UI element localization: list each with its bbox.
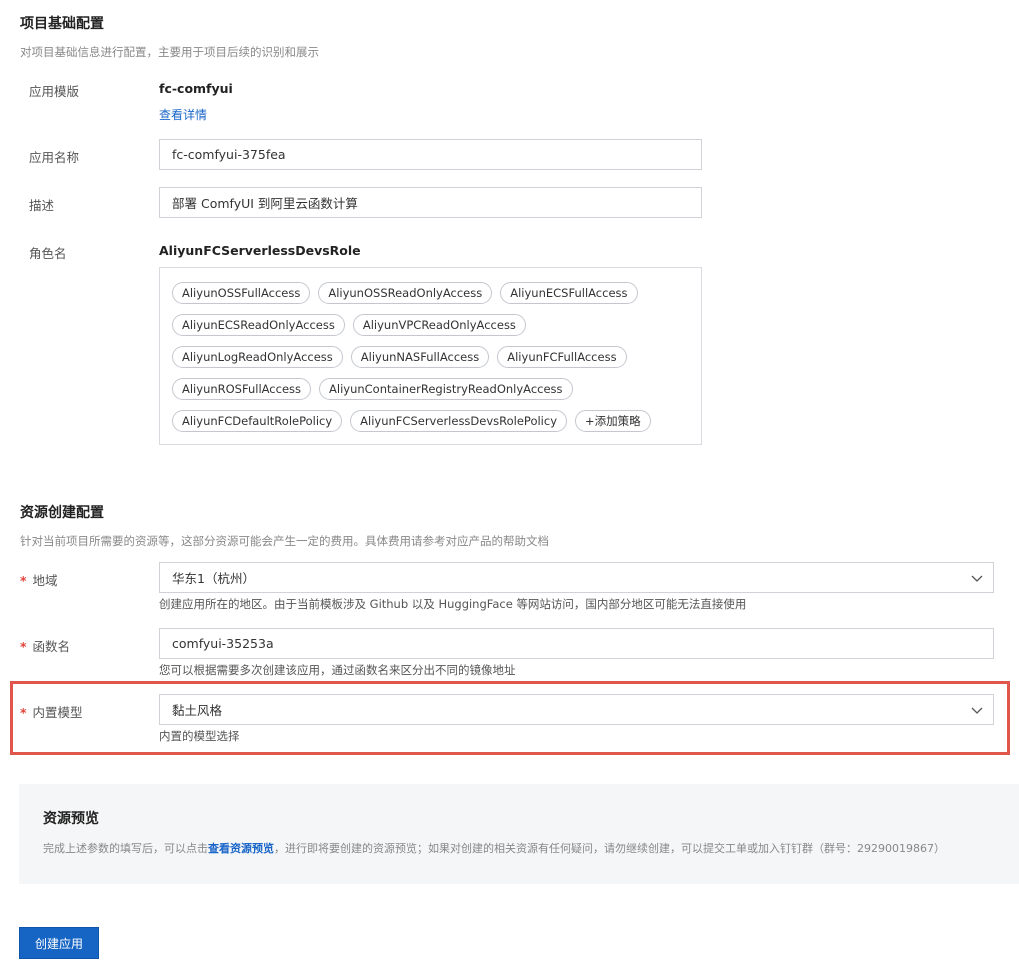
view-resource-preview-link[interactable]: 查看资源预览 (208, 842, 274, 855)
app-name-label: 应用名称 (29, 150, 80, 165)
model-value: 黏土风格 (172, 703, 223, 718)
template-value: fc-comfyui (159, 81, 233, 96)
create-app-button[interactable]: 创建应用 (19, 927, 99, 959)
template-label: 应用模版 (29, 84, 80, 99)
function-name-input[interactable]: comfyui-35253a (159, 628, 994, 659)
policy-tag: AliyunOSSReadOnlyAccess (318, 282, 493, 304)
region-select[interactable]: 华东1（杭州） (159, 562, 994, 593)
basic-section-desc: 对项目基础信息进行配置，主要用于项目后续的识别和展示 (20, 45, 319, 59)
region-label: 地域 (32, 573, 58, 588)
policy-tag: AliyunFCDefaultRolePolicy (172, 410, 343, 432)
model-label: 内置模型 (32, 705, 83, 720)
resource-preview-panel: 资源预览 完成上述参数的填写后，可以点击查看资源预览，进行即将要创建的资源预览；… (19, 784, 1019, 884)
model-label-wrap: * 内置模型 (20, 702, 83, 721)
policy-tag: AliyunECSReadOnlyAccess (172, 314, 345, 336)
model-help: 内置的模型选择 (159, 729, 240, 743)
description-label: 描述 (29, 198, 55, 213)
add-policy-button[interactable]: +添加策略 (575, 410, 651, 432)
policy-tag: AliyunLogReadOnlyAccess (172, 346, 343, 368)
model-select[interactable]: 黏土风格 (159, 694, 994, 725)
resource-section-title: 资源创建配置 (20, 505, 104, 521)
description-value: 部署 ComfyUI 到阿里云函数计算 (172, 196, 358, 211)
role-label: 角色名 (29, 246, 67, 261)
func-label-wrap: * 函数名 (20, 636, 70, 655)
func-label: 函数名 (32, 639, 71, 654)
policy-tag: AliyunFCFullAccess (497, 346, 627, 368)
basic-section-title: 项目基础配置 (20, 16, 104, 32)
region-label-wrap: * 地域 (20, 570, 58, 589)
region-value: 华东1（杭州） (172, 571, 255, 586)
chevron-down-icon (971, 707, 983, 714)
function-name-value: comfyui-35253a (172, 636, 274, 651)
app-name-value: fc-comfyui-375fea (172, 147, 286, 162)
required-mark: * (20, 639, 27, 654)
resource-section-desc: 针对当前项目所需要的资源等，这部分资源可能会产生一定的费用。具体费用请参考对应产… (20, 534, 549, 548)
policy-tag-box: AliyunOSSFullAccess AliyunOSSReadOnlyAcc… (159, 267, 702, 445)
preview-text: 完成上述参数的填写后，可以点击查看资源预览，进行即将要创建的资源预览；如果对创建… (43, 840, 945, 856)
function-name-help: 您可以根据需要多次创建该应用，通过函数名来区分出不同的镜像地址 (159, 663, 516, 677)
description-input[interactable]: 部署 ComfyUI 到阿里云函数计算 (159, 187, 702, 218)
required-mark: * (20, 573, 27, 588)
policy-tag: AliyunFCServerlessDevsRolePolicy (350, 410, 568, 432)
policy-tag: AliyunROSFullAccess (172, 378, 312, 400)
chevron-down-icon (971, 575, 983, 582)
view-details-link[interactable]: 查看详情 (159, 106, 207, 123)
policy-tag: AliyunContainerRegistryReadOnlyAccess (319, 378, 573, 400)
preview-text-before: 完成上述参数的填写后，可以点击 (43, 842, 208, 855)
required-mark: * (20, 705, 27, 720)
app-name-input[interactable]: fc-comfyui-375fea (159, 139, 702, 170)
policy-tag: AliyunECSFullAccess (500, 282, 638, 304)
role-value: AliyunFCServerlessDevsRole (159, 243, 361, 258)
policy-tag: AliyunOSSFullAccess (172, 282, 311, 304)
policy-tag: AliyunNASFullAccess (350, 346, 490, 368)
preview-title: 资源预览 (43, 811, 99, 827)
preview-text-after: ，进行即将要创建的资源预览；如果对创建的相关资源有任何疑问，请勿继续创建，可以提… (274, 842, 945, 855)
region-help: 创建应用所在的地区。由于当前模板涉及 Github 以及 HuggingFace… (159, 597, 747, 611)
policy-tag: AliyunVPCReadOnlyAccess (352, 314, 526, 336)
